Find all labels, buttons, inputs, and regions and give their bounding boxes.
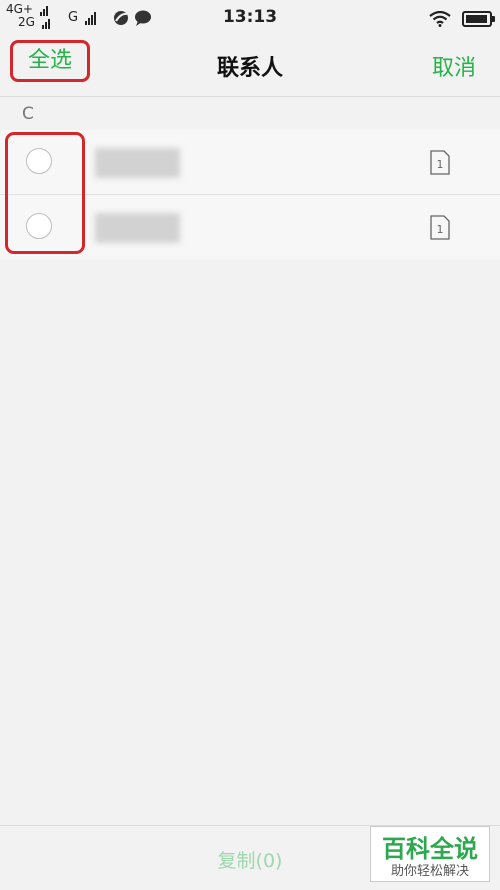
status-bar: 4G+ 2G G 13:13: [0, 0, 500, 36]
sim-card-icon: 1: [430, 215, 450, 240]
contact-name-blurred: [95, 213, 180, 243]
watermark-subtitle: 助你轻松解决: [390, 864, 469, 879]
sim-number: 1: [437, 223, 444, 236]
status-right: [429, 8, 495, 27]
section-header: C: [22, 104, 34, 124]
clock: 13:13: [222, 7, 278, 27]
wifi-icon: [429, 10, 451, 27]
nav-bar: 全选 联系人 取消: [0, 36, 500, 97]
page-title: 联系人: [216, 56, 283, 81]
battery-icon: [462, 10, 495, 27]
watermark-title: 百科全说: [382, 835, 478, 863]
contact-name-blurred: [95, 148, 180, 178]
sim-number: 1: [437, 158, 444, 171]
watermark-logo: 百科全说 助你轻松解决: [370, 826, 490, 882]
sim-card-icon: 1: [430, 150, 450, 175]
cancel-button[interactable]: 取消: [432, 50, 476, 82]
radio-highlight-box: [5, 132, 85, 254]
